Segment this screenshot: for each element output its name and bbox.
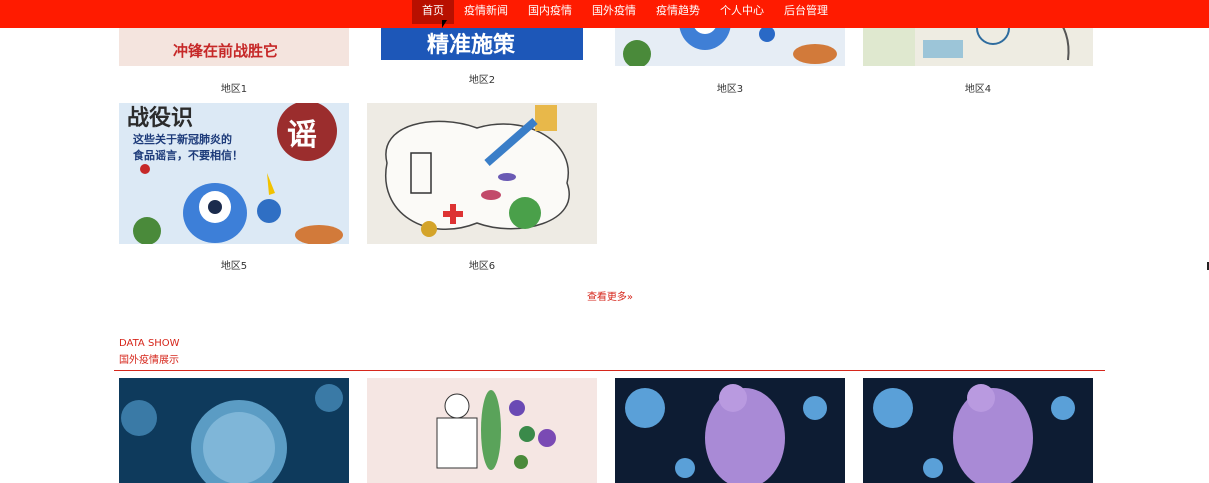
top-navigation-bar: 首页 疫情新闻 国内疫情 国外疫情 疫情趋势 个人中心 后台管理 xyxy=(0,0,1209,28)
region-image-6 xyxy=(367,103,597,244)
foreign-image-3 xyxy=(615,378,845,483)
foreign-card-2[interactable] xyxy=(367,378,597,483)
poster-line-2: 食品谣言，不要相信！ xyxy=(133,148,243,162)
poster-title: 战役识 xyxy=(127,106,193,131)
poster-illustration: 战役识 谣 这些关于新冠肺炎的 食品谣言，不要相信！ xyxy=(119,103,349,244)
foreign-card-4[interactable] xyxy=(863,378,1093,483)
foreign-image-2 xyxy=(367,378,597,483)
nav-item-domestic-epidemic[interactable]: 国内疫情 xyxy=(518,0,582,24)
region-image-5: 战役识 谣 这些关于新冠肺炎的 食品谣言，不要相信！ xyxy=(119,103,349,244)
region-card-6[interactable]: 地区6 xyxy=(367,103,597,273)
region-caption: 地区3 xyxy=(716,84,744,95)
view-more-link[interactable]: 查看更多» xyxy=(560,288,660,303)
poster-slogan: 冲锋在前战胜它 xyxy=(173,42,278,60)
region-caption: 地区2 xyxy=(468,75,496,86)
nav-item-foreign-epidemic[interactable]: 国外疫情 xyxy=(582,0,646,24)
poster-slogan: 精准施策 xyxy=(427,32,516,58)
section-title-en: DATA SHOW xyxy=(119,338,180,349)
foreign-image-4 xyxy=(863,378,1093,483)
poster-stamp: 谣 xyxy=(287,118,317,153)
nav-item-epidemic-trend[interactable]: 疫情趋势 xyxy=(646,0,710,24)
foreign-image-1 xyxy=(119,378,349,483)
mouse-cursor-icon xyxy=(442,20,447,28)
section-title-cn: 国外疫情展示 xyxy=(119,355,179,366)
nav-item-admin[interactable]: 后台管理 xyxy=(774,0,838,24)
section-divider xyxy=(114,370,1105,371)
nav-item-epidemic-news[interactable]: 疫情新闻 xyxy=(454,0,518,24)
poster-illustration xyxy=(367,103,597,244)
nav-item-home[interactable]: 首页 xyxy=(412,0,454,24)
nav-menu: 首页 疫情新闻 国内疫情 国外疫情 疫情趋势 个人中心 后台管理 xyxy=(412,0,838,24)
virus-body-image xyxy=(615,378,845,483)
virus-body-image xyxy=(863,378,1093,483)
doctor-cartoon-image xyxy=(367,378,597,483)
foreign-card-3[interactable] xyxy=(615,378,845,483)
virus-image xyxy=(119,378,349,483)
region-caption: 地区4 xyxy=(964,84,992,95)
poster-line-1: 这些关于新冠肺炎的 xyxy=(133,132,232,146)
region-card-5[interactable]: 战役识 谣 这些关于新冠肺炎的 食品谣言，不要相信！ 地区5 xyxy=(119,103,349,273)
region-caption: 地区1 xyxy=(220,84,248,95)
region-caption: 地区5 xyxy=(220,261,248,272)
region-caption: 地区6 xyxy=(468,261,496,272)
nav-item-personal-center[interactable]: 个人中心 xyxy=(710,0,774,24)
foreign-card-1[interactable] xyxy=(119,378,349,483)
